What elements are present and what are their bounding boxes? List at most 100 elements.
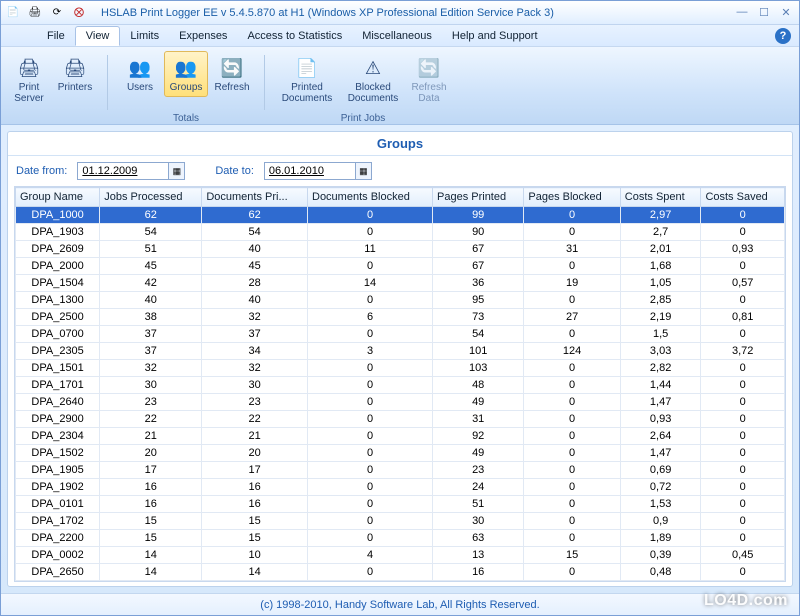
table-row[interactable]: DPA_1903545409002,70 bbox=[16, 224, 785, 241]
menu-item-help-and-support[interactable]: Help and Support bbox=[442, 27, 548, 45]
quick-print-icon[interactable]: 🖨 bbox=[27, 5, 43, 21]
quick-close-icon[interactable]: ⨂ bbox=[71, 5, 87, 21]
table-cell: DPA_0101 bbox=[16, 496, 100, 513]
table-cell: 14 bbox=[100, 547, 202, 564]
table-cell: 0 bbox=[308, 428, 433, 445]
table-row[interactable]: DPA_2000454506701,680 bbox=[16, 258, 785, 275]
watermark: LO4D.com bbox=[704, 592, 788, 610]
groups-button[interactable]: 👥Groups bbox=[164, 51, 208, 97]
table-cell: DPA_1000 bbox=[16, 207, 100, 224]
table-cell: 13 bbox=[433, 547, 524, 564]
table-row[interactable]: DPA_1502202004901,470 bbox=[16, 445, 785, 462]
menu-item-access-to-statistics[interactable]: Access to Statistics bbox=[237, 27, 352, 45]
column-header[interactable]: Group Name bbox=[16, 188, 100, 207]
table-row[interactable]: DPA_2650141401600,480 bbox=[16, 564, 785, 581]
table-row[interactable]: DPA_1300404009502,850 bbox=[16, 292, 785, 309]
toolbar-button-label: Refresh bbox=[214, 82, 249, 93]
table-cell: 48 bbox=[433, 377, 524, 394]
close-button[interactable]: ✕ bbox=[777, 6, 795, 20]
table-row[interactable]: DPA_15013232010302,820 bbox=[16, 360, 785, 377]
table-cell: 54 bbox=[100, 224, 202, 241]
table-row[interactable]: DPA_2304212109202,640 bbox=[16, 428, 785, 445]
table-row[interactable]: DPA_00021410413150,390,45 bbox=[16, 547, 785, 564]
table-row[interactable]: DPA_1701303004801,440 bbox=[16, 377, 785, 394]
window-title: HSLAB Print Logger EE v 5.4.5.870 at H1 … bbox=[93, 7, 727, 19]
table-cell: 16 bbox=[202, 496, 308, 513]
table-cell: 0 bbox=[524, 326, 620, 343]
table-cell: 0 bbox=[701, 258, 785, 275]
menu-item-file[interactable]: File bbox=[37, 27, 75, 45]
date-from-field[interactable]: ▦ bbox=[77, 162, 185, 180]
table-cell: 15 bbox=[100, 530, 202, 547]
table-cell: 0 bbox=[308, 326, 433, 343]
table-cell: 0 bbox=[308, 479, 433, 496]
users-button[interactable]: 👥Users bbox=[118, 51, 162, 97]
column-header[interactable]: Documents Pri... bbox=[202, 188, 308, 207]
table-cell: 0 bbox=[308, 207, 433, 224]
column-header[interactable]: Costs Saved bbox=[701, 188, 785, 207]
column-header[interactable]: Pages Blocked bbox=[524, 188, 620, 207]
table-cell: 36 bbox=[433, 275, 524, 292]
table-row[interactable]: DPA_2200151506301,890 bbox=[16, 530, 785, 547]
table-row[interactable]: DPA_1905171702300,690 bbox=[16, 462, 785, 479]
print-server-button[interactable]: 🖨PrintServer bbox=[7, 51, 51, 108]
column-header[interactable]: Pages Printed bbox=[433, 188, 524, 207]
table-cell: 0,39 bbox=[620, 547, 701, 564]
column-header[interactable]: Jobs Processed bbox=[100, 188, 202, 207]
table-row[interactable]: DPA_0000131303601,080 bbox=[16, 581, 785, 583]
quick-print-preview-icon[interactable]: 📄 bbox=[5, 5, 21, 21]
table-row[interactable]: DPA_260951401167312,010,93 bbox=[16, 241, 785, 258]
date-to-input[interactable] bbox=[265, 164, 355, 178]
table-row[interactable]: DPA_1702151503000,90 bbox=[16, 513, 785, 530]
date-from-input[interactable] bbox=[78, 164, 168, 178]
column-header[interactable]: Costs Spent bbox=[620, 188, 701, 207]
table-row[interactable]: DPA_2900222203100,930 bbox=[16, 411, 785, 428]
printed-docs-button[interactable]: 📄PrintedDocuments bbox=[275, 51, 339, 108]
maximize-button[interactable]: ☐ bbox=[755, 6, 773, 20]
table-row[interactable]: DPA_2640232304901,470 bbox=[16, 394, 785, 411]
table-row[interactable]: DPA_0700373705401,50 bbox=[16, 326, 785, 343]
table-row[interactable]: DPA_1000626209902,970 bbox=[16, 207, 785, 224]
table-row[interactable]: DPA_150442281436191,050,57 bbox=[16, 275, 785, 292]
table-cell: 0 bbox=[524, 530, 620, 547]
table-cell: 0 bbox=[701, 479, 785, 496]
menu-item-miscellaneous[interactable]: Miscellaneous bbox=[352, 27, 442, 45]
date-to-calendar-icon[interactable]: ▦ bbox=[355, 163, 371, 179]
table-cell: 2,01 bbox=[620, 241, 701, 258]
table-row[interactable]: DPA_0101161605101,530 bbox=[16, 496, 785, 513]
menu-bar: FileViewLimitsExpensesAccess to Statisti… bbox=[1, 25, 799, 47]
printed-docs-icon: 📄 bbox=[293, 54, 321, 82]
quick-refresh-icon[interactable]: ⟳ bbox=[49, 5, 65, 21]
toolbar-separator bbox=[264, 55, 265, 110]
table-cell: 11 bbox=[308, 241, 433, 258]
printers-button[interactable]: 🖨Printers bbox=[53, 51, 97, 108]
menu-item-expenses[interactable]: Expenses bbox=[169, 27, 237, 45]
table-cell: DPA_1903 bbox=[16, 224, 100, 241]
column-header[interactable]: Documents Blocked bbox=[308, 188, 433, 207]
date-to-field[interactable]: ▦ bbox=[264, 162, 372, 180]
table-container[interactable]: Group NameJobs ProcessedDocuments Pri...… bbox=[14, 186, 786, 582]
table-row[interactable]: DPA_2305373431011243,033,72 bbox=[16, 343, 785, 360]
refresh-icon: 🔄 bbox=[218, 54, 246, 82]
minimize-button[interactable]: — bbox=[733, 6, 751, 20]
menu-item-limits[interactable]: Limits bbox=[120, 27, 169, 45]
date-from-calendar-icon[interactable]: ▦ bbox=[168, 163, 184, 179]
table-cell: DPA_1504 bbox=[16, 275, 100, 292]
table-cell: 30 bbox=[202, 377, 308, 394]
table-cell: 19 bbox=[524, 275, 620, 292]
table-cell: 0 bbox=[308, 530, 433, 547]
help-icon[interactable]: ? bbox=[775, 28, 791, 44]
table-cell: 37 bbox=[202, 326, 308, 343]
table-cell: 54 bbox=[433, 326, 524, 343]
table-cell: 0 bbox=[308, 581, 433, 583]
menu-item-view[interactable]: View bbox=[75, 26, 121, 46]
table-cell: 17 bbox=[202, 462, 308, 479]
table-cell: 3,72 bbox=[701, 343, 785, 360]
table-cell: 0 bbox=[524, 564, 620, 581]
blocked-docs-button[interactable]: ⚠BlockedDocuments bbox=[341, 51, 405, 108]
table-cell: 32 bbox=[202, 309, 308, 326]
refresh-button[interactable]: 🔄Refresh bbox=[210, 51, 254, 97]
table-row[interactable]: DPA_1902161602400,720 bbox=[16, 479, 785, 496]
table-row[interactable]: DPA_25003832673272,190,81 bbox=[16, 309, 785, 326]
users-icon: 👥 bbox=[126, 54, 154, 82]
